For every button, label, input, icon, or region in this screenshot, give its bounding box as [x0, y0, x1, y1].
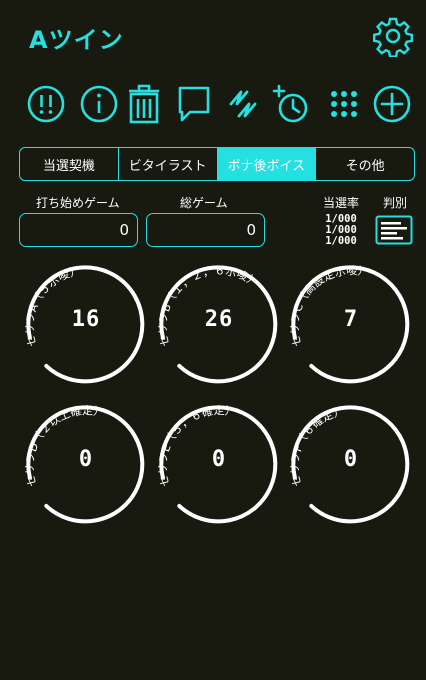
grid-icon[interactable]	[322, 82, 366, 126]
plus-icon[interactable]	[370, 82, 414, 126]
win-rate-values: 1/000 1/000 1/000	[320, 214, 362, 247]
counter-label: セリフC（高設定示唆）	[288, 264, 370, 348]
counter-value: 7	[343, 307, 359, 332]
counter-value: 16	[71, 307, 101, 332]
total-game-label: 総ゲーム	[180, 196, 228, 210]
counter-value: 0	[78, 447, 94, 472]
tab-bonus-voice[interactable]: ボナ後ボイス	[217, 148, 317, 180]
trash-icon[interactable]	[122, 82, 166, 126]
gear-icon[interactable]	[372, 15, 414, 58]
counter-serif-b[interactable]: セリフB（１，２，６示唆） 26	[155, 264, 283, 392]
counter-label: セリフE（５，６確定）	[156, 404, 237, 488]
counter-value: 0	[343, 447, 359, 472]
start-game-input[interactable]: 0	[19, 213, 138, 247]
svg-text:セリフC（高設定示唆）: セリフC（高設定示唆）	[288, 264, 370, 348]
counter-label: セリフD（２以上確定）	[23, 404, 105, 488]
win-rate-label: 当選率	[323, 196, 360, 210]
toolbar	[0, 82, 426, 126]
total-game-input[interactable]: 0	[146, 213, 265, 247]
svg-text:セリフD（２以上確定）: セリフD（２以上確定）	[23, 404, 105, 488]
start-game-label: 打ち始めゲーム	[36, 196, 120, 210]
counter-value: 0	[211, 447, 227, 472]
win-rate-3: 1/000	[325, 235, 357, 247]
alert-icon[interactable]	[24, 82, 68, 126]
app-title: Aツイン	[29, 26, 124, 54]
counter-serif-f[interactable]: セリフF（６確定） 0	[287, 404, 415, 532]
lightning-icon[interactable]	[221, 82, 265, 126]
counter-serif-d[interactable]: セリフD（２以上確定） 0	[22, 404, 150, 532]
judge-label: 判別	[383, 196, 408, 210]
counter-serif-c[interactable]: セリフC（高設定示唆） 7	[287, 264, 415, 392]
judge-list-icon[interactable]	[375, 215, 413, 245]
info-icon[interactable]	[77, 82, 121, 126]
svg-text:セリフE（５，６確定）: セリフE（５，６確定）	[156, 404, 237, 488]
tab-trigger[interactable]: 当選契機	[20, 148, 119, 180]
tab-other[interactable]: その他	[316, 148, 414, 180]
counter-serif-a[interactable]: セリフA（５示唆） 16	[22, 264, 150, 392]
tab-bita-illust[interactable]: ビタイラスト	[119, 148, 218, 180]
timer-add-icon[interactable]	[270, 82, 314, 126]
counter-serif-e[interactable]: セリフE（５，６確定） 0	[155, 404, 283, 532]
counter-value: 26	[204, 307, 234, 332]
mode-tabs: 当選契機 ビタイラスト ボナ後ボイス その他	[19, 147, 415, 181]
comment-icon[interactable]	[172, 82, 216, 126]
